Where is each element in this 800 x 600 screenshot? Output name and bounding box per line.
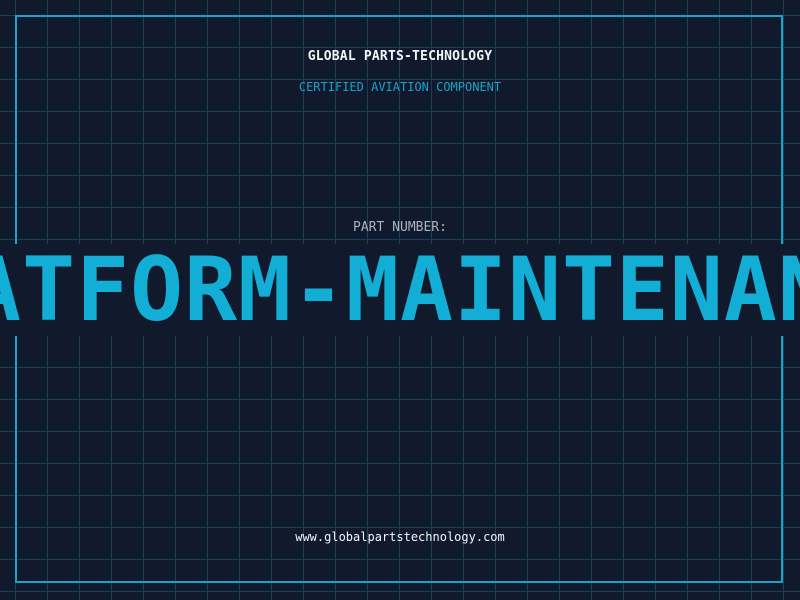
website-url: www.globalpartstechnology.com	[295, 530, 505, 544]
label-card: GLOBAL PARTS-TECHNOLOGY CERTIFIED AVIATI…	[0, 0, 800, 600]
part-number-band: PLATFORM-MAINTENANCE	[0, 244, 800, 336]
part-number-value: PLATFORM-MAINTENANCE	[0, 244, 800, 336]
company-name: GLOBAL PARTS-TECHNOLOGY	[307, 49, 493, 64]
certification-subtitle: CERTIFIED AVIATION COMPONENT	[298, 80, 502, 94]
part-number-label: PART NUMBER:	[353, 220, 447, 235]
